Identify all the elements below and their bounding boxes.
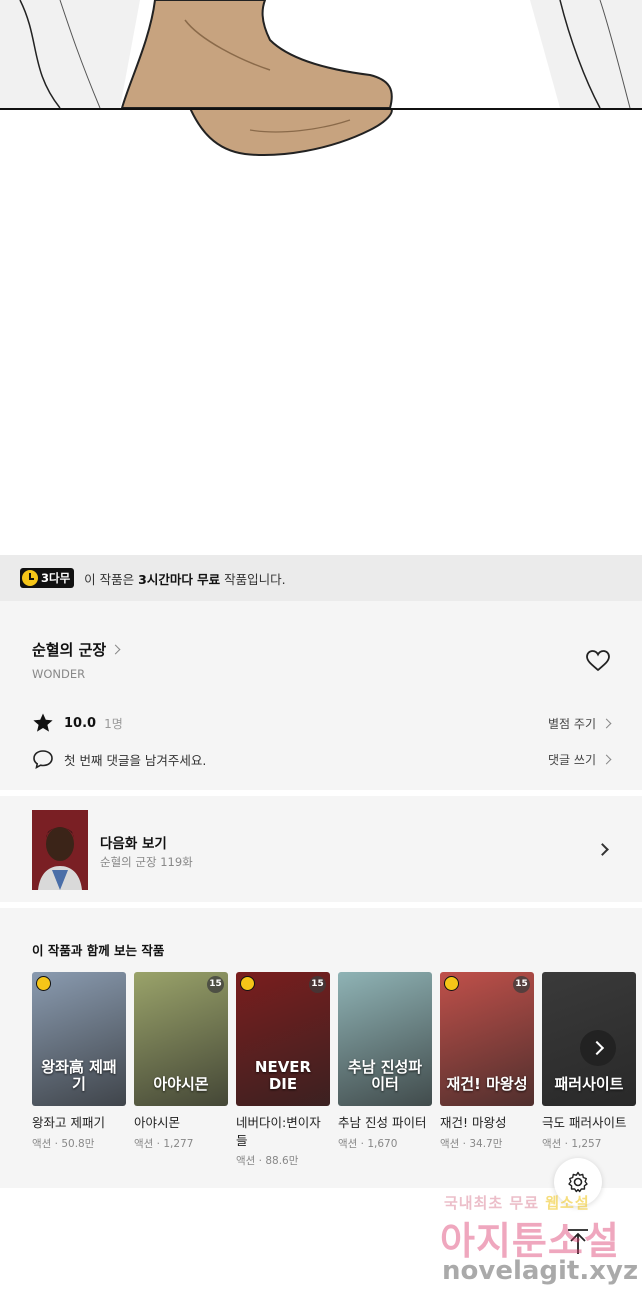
next-episode-card[interactable]: 다음화 보기 순혈의 군장 119화 xyxy=(0,796,642,902)
chevron-right-icon xyxy=(601,754,612,764)
recommendation-item[interactable]: 패러사이트극도 패러사이트액션 · 1,257 xyxy=(542,972,636,1168)
recommendation-item[interactable]: 15 NEVER DIE 네버다이:변이자들액션 · 88.6만 xyxy=(236,972,330,1168)
recommendation-meta: 액션 · 50.8만 xyxy=(32,1137,95,1150)
cover-title-art: 아야시몬 xyxy=(153,1074,209,1093)
watermark-line3: novelagit.xyz xyxy=(442,1256,639,1286)
clock-icon xyxy=(36,976,51,991)
recommendations-title: 이 작품과 함께 보는 작품 xyxy=(32,943,165,958)
cover-title-art: NEVER DIE xyxy=(254,1058,312,1093)
star-icon xyxy=(33,713,53,732)
recommendation-item[interactable]: 15 아야시몬 아야시몬 액션 · 1,277 xyxy=(134,972,228,1168)
rate-button[interactable]: 별점 주기 xyxy=(548,715,612,732)
rating-row: 10.0 1명 별점 주기 xyxy=(32,711,612,735)
recommendation-title: 극도 패러사이트 xyxy=(542,1115,627,1130)
free-badge: 3다무 xyxy=(20,568,75,588)
rating-score: 10.0 xyxy=(64,715,97,731)
recommendation-title: 네버다이:변이자들 xyxy=(236,1115,321,1148)
comic-hand-tail xyxy=(0,107,642,160)
comment-placeholder: 첫 번째 댓글을 남겨주세요. xyxy=(64,752,207,768)
recommendation-title: 재건! 마왕성 xyxy=(440,1115,507,1130)
work-author: WONDER xyxy=(32,667,86,681)
recommendation-title: 아야시몬 xyxy=(134,1115,181,1130)
chevron-right-icon xyxy=(110,644,121,655)
recommendation-item[interactable]: 추남 진성파이터추남 진성 파이터액션 · 1,670 xyxy=(338,972,432,1168)
comment-icon xyxy=(33,750,53,770)
recommendations-section: 이 작품과 함께 보는 작품 왕좌高 제패기 왕좌고 제패기 액션 · 50.8만 1… xyxy=(0,908,642,1188)
cover-title-art: 추남 진성파이터 xyxy=(347,1058,423,1093)
site-watermark: 국내최초 무료 웹소설 아지툰소설 novelagit.xyz xyxy=(440,1188,640,1298)
next-episode-thumbnail xyxy=(32,810,88,890)
chevron-right-icon xyxy=(596,843,609,856)
clock-icon xyxy=(22,570,38,586)
clock-icon xyxy=(240,976,255,991)
comic-panel-image xyxy=(0,0,642,110)
clock-icon xyxy=(444,976,459,991)
heart-icon[interactable] xyxy=(585,649,611,673)
cover-title-art: 패러사이트 xyxy=(554,1074,624,1093)
work-title: 순혈의 군장 xyxy=(32,641,107,659)
work-title-link[interactable]: 순혈의 군장 xyxy=(32,639,121,660)
recommendation-meta: 액션 · 1,257 xyxy=(542,1137,602,1150)
age-rating-badge: 15 xyxy=(309,976,326,993)
carousel-next-button[interactable] xyxy=(580,1030,616,1066)
recommendation-title: 왕좌고 제패기 xyxy=(32,1115,105,1130)
recommendation-meta: 액션 · 88.6만 xyxy=(236,1155,299,1167)
recommendation-title: 추남 진성 파이터 xyxy=(338,1115,427,1130)
recommendation-cover: 15 아야시몬 xyxy=(134,972,228,1106)
recommendation-cover: 왕좌高 제패기 xyxy=(32,972,126,1106)
recommendation-cover: 15 재건! 마왕성 xyxy=(440,972,534,1106)
next-episode-label: 다음화 보기 xyxy=(100,836,167,852)
recommendation-item[interactable]: 15 재건! 마왕성 재건! 마왕성 액션 · 34.7만 xyxy=(440,972,534,1168)
recommendation-meta: 액션 · 34.7만 xyxy=(440,1137,503,1150)
free-banner: 3다무 이 작품은 3시간마다 무료 작품입니다. xyxy=(0,555,642,601)
recommendation-cover: 추남 진성파이터 xyxy=(338,972,432,1106)
comment-row[interactable]: 첫 번째 댓글을 남겨주세요. 댓글 쓰기 xyxy=(32,747,612,771)
recommendations-list: 왕좌高 제패기 왕좌고 제패기 액션 · 50.8만 15 아야시몬 아야시몬 액션 · 1… xyxy=(32,972,636,1168)
recommendation-item[interactable]: 왕좌高 제패기왕좌고 제패기액션 · 50.8만 xyxy=(32,972,126,1168)
cover-title-art: 왕좌高 제패기 xyxy=(41,1058,117,1093)
cover-title-art: 재건! 마왕성 xyxy=(446,1074,528,1093)
chevron-right-icon xyxy=(601,718,612,728)
banner-text: 이 작품은 3시간마다 무료 작품입니다. xyxy=(84,571,286,587)
recommendation-meta: 액션 · 1,670 xyxy=(338,1137,398,1150)
age-rating-badge: 15 xyxy=(513,976,530,993)
recommendation-cover: 15 NEVER DIE xyxy=(236,972,330,1106)
age-rating-badge: 15 xyxy=(207,976,224,993)
write-comment-button[interactable]: 댓글 쓰기 xyxy=(548,751,612,768)
work-info-card: 순혈의 군장 WONDER 10.0 1명 별점 주기 첫 번째 댓글을 남겨주… xyxy=(0,601,642,790)
rating-count: 1명 xyxy=(104,716,123,731)
next-episode-subtitle: 순혈의 군장 119화 xyxy=(100,855,193,869)
recommendation-meta: 액션 · 1,277 xyxy=(134,1137,194,1150)
